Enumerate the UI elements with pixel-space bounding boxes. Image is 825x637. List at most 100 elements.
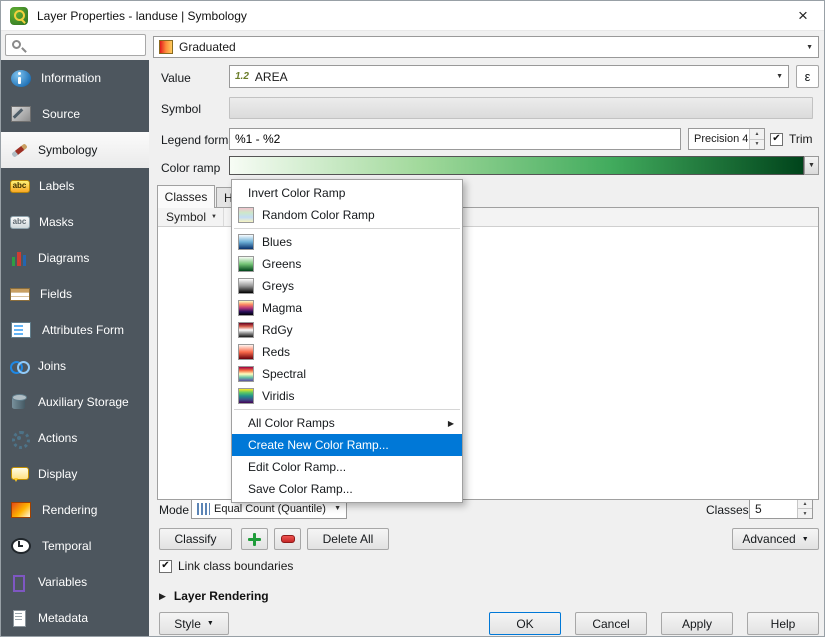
menu-item-invert-color-ramp[interactable]: Invert Color Ramp [232, 182, 462, 204]
menu-item-reds[interactable]: Reds [232, 341, 462, 363]
link-class-boundaries-checkbox[interactable]: ✔ [159, 560, 172, 573]
sidebar-item-label: Source [42, 107, 80, 121]
classify-button[interactable]: Classify [159, 528, 232, 550]
sidebar-item-label: Information [41, 71, 101, 85]
menu-item-save-color-ramp[interactable]: Save Color Ramp... [232, 478, 462, 500]
menu-item-label: Create New Color Ramp... [248, 438, 389, 452]
link-class-boundaries-row[interactable]: ✔ Link class boundaries [159, 559, 293, 573]
sidebar-item-fields[interactable]: Fields [1, 276, 149, 312]
tab-label: Classes [165, 190, 208, 204]
trim-checkbox[interactable]: ✔ [770, 133, 783, 146]
sidebar-item-rendering[interactable]: Rendering [1, 492, 149, 528]
attributes-form-icon [11, 322, 31, 338]
menu-item-blues[interactable]: Blues [232, 231, 462, 253]
style-button[interactable]: Style ▼ [159, 612, 229, 635]
temporal-clock-icon [11, 538, 31, 554]
value-field-combo[interactable]: 1.2 AREA ▼ [229, 65, 789, 88]
sidebar-item-label: Labels [39, 179, 74, 193]
symbol-label: Symbol [161, 102, 201, 116]
sidebar-item-diagrams[interactable]: Diagrams [1, 240, 149, 276]
source-icon [11, 106, 31, 122]
cancel-button[interactable]: Cancel [575, 612, 647, 635]
precision-spin-buttons[interactable]: ▲ ▼ [749, 129, 764, 149]
expression-builder-button[interactable]: ε [796, 65, 819, 88]
remove-class-button[interactable] [274, 528, 301, 550]
layer-rendering-expander[interactable]: ▶ Layer Rendering [159, 589, 269, 603]
spin-down-icon[interactable]: ▼ [798, 508, 812, 518]
symbol-selector[interactable] [229, 97, 813, 119]
search-input[interactable] [28, 36, 144, 54]
sidebar-item-label: Symbology [38, 143, 97, 157]
spin-up-icon[interactable]: ▲ [798, 499, 812, 508]
chevron-down-icon: ▼ [207, 620, 214, 627]
renderer-type-value: Graduated [179, 40, 236, 54]
fields-icon [10, 288, 30, 301]
value-label: Value [161, 71, 191, 85]
symbol-column-header[interactable]: Symbol ▼ [158, 208, 224, 226]
close-button[interactable]: × [791, 7, 815, 24]
delete-all-button[interactable]: Delete All [307, 528, 389, 550]
submenu-arrow-icon: ▶ [448, 419, 454, 428]
precision-value: Precision 4 [694, 133, 748, 145]
sidebar-item-joins[interactable]: Joins [1, 348, 149, 384]
sidebar-item-labels[interactable]: abc Labels [1, 168, 149, 204]
layer-properties-window: Layer Properties - landuse | Symbology ×… [0, 0, 825, 637]
menu-item-viridis[interactable]: Viridis [232, 385, 462, 407]
menu-item-greys[interactable]: Greys [232, 275, 462, 297]
legend-format-input[interactable] [235, 132, 675, 146]
chevron-down-icon: ▼ [802, 536, 809, 543]
sidebar-item-temporal[interactable]: Temporal [1, 528, 149, 564]
trim-checkbox-row[interactable]: ✔ Trim [770, 132, 813, 146]
classes-spinbox[interactable]: 5 ▲ ▼ [749, 498, 813, 519]
sidebar-item-display[interactable]: Display [1, 456, 149, 492]
sidebar: Information Source Symbology abc Labels … [1, 60, 149, 637]
color-ramp-preview[interactable] [229, 156, 804, 175]
spin-down-icon[interactable]: ▼ [750, 139, 764, 150]
advanced-button[interactable]: Advanced ▼ [732, 528, 819, 550]
help-button[interactable]: Help [747, 612, 819, 635]
menu-item-all-color-ramps[interactable]: All Color Ramps ▶ [232, 412, 462, 434]
metadata-icon [9, 608, 29, 628]
renderer-type-combo[interactable]: Graduated ▼ [153, 36, 819, 58]
sidebar-item-source[interactable]: Source [1, 96, 149, 132]
sidebar-item-symbology[interactable]: Symbology [1, 132, 149, 168]
menu-item-greens[interactable]: Greens [232, 253, 462, 275]
sidebar-item-information[interactable]: Information [1, 60, 149, 96]
legend-format-field [229, 128, 681, 150]
precision-spinbox[interactable]: Precision 4 ▲ ▼ [688, 128, 765, 150]
ok-button[interactable]: OK [489, 612, 561, 635]
color-ramp-dropdown-button[interactable]: ▼ [804, 156, 819, 175]
menu-item-label: Magma [262, 301, 302, 315]
spin-up-icon[interactable]: ▲ [750, 129, 764, 139]
sidebar-item-attributes-form[interactable]: Attributes Form [1, 312, 149, 348]
random-ramp-swatch-icon [238, 207, 254, 223]
menu-item-rdgy[interactable]: RdGy [232, 319, 462, 341]
sidebar-item-masks[interactable]: abc Masks [1, 204, 149, 240]
variables-icon [9, 572, 29, 592]
sidebar-item-variables[interactable]: Variables [1, 564, 149, 600]
expander-arrow-icon: ▶ [159, 591, 166, 602]
apply-button[interactable]: Apply [661, 612, 733, 635]
menu-item-random-color-ramp[interactable]: Random Color Ramp [232, 204, 462, 226]
sidebar-item-actions[interactable]: Actions [1, 420, 149, 456]
menu-item-magma[interactable]: Magma [232, 297, 462, 319]
add-class-button[interactable] [241, 528, 268, 550]
menu-item-create-new-color-ramp[interactable]: Create New Color Ramp... [232, 434, 462, 456]
tab-classes[interactable]: Classes [157, 185, 215, 208]
legend-format-label: Legend format [161, 133, 238, 147]
sidebar-item-label: Rendering [42, 503, 97, 517]
rendering-icon [11, 502, 31, 518]
greens-ramp-swatch-icon [238, 256, 254, 272]
menu-item-edit-color-ramp[interactable]: Edit Color Ramp... [232, 456, 462, 478]
sidebar-item-metadata[interactable]: Metadata [1, 600, 149, 636]
menu-item-label: Greys [262, 279, 294, 293]
menu-item-label: Random Color Ramp [262, 208, 375, 222]
sidebar-item-label: Joins [38, 359, 66, 373]
sidebar-item-label: Attributes Form [42, 323, 124, 337]
sidebar-item-label: Diagrams [38, 251, 89, 265]
trim-label: Trim [789, 132, 813, 146]
classes-spin-buttons[interactable]: ▲ ▼ [797, 499, 812, 518]
menu-item-label: All Color Ramps [248, 416, 335, 430]
sidebar-item-auxiliary-storage[interactable]: Auxiliary Storage [1, 384, 149, 420]
menu-item-spectral[interactable]: Spectral [232, 363, 462, 385]
